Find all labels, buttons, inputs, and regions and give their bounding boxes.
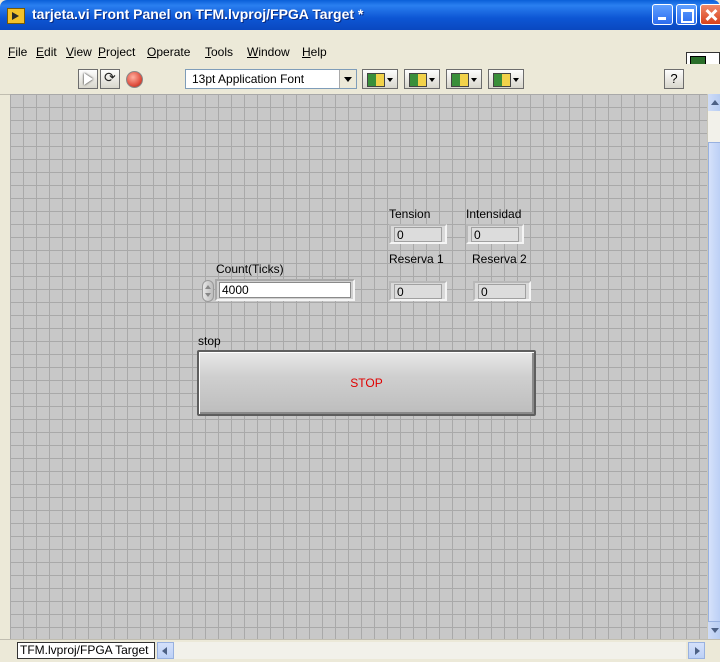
- count-ticks-label: Count(Ticks): [216, 262, 284, 276]
- menu-file[interactable]: File: [8, 45, 27, 59]
- horizontal-scrollbar[interactable]: [174, 642, 686, 659]
- context-help-button[interactable]: ?: [664, 69, 684, 89]
- reserva-2-value: 0: [478, 284, 526, 299]
- window-title: tarjeta.vi Front Panel on TFM.lvproj/FPG…: [32, 6, 364, 22]
- menu-project[interactable]: Project: [98, 45, 135, 59]
- scroll-left-icon[interactable]: [157, 642, 174, 659]
- reserva-2-indicator: 0: [473, 281, 531, 301]
- text-settings-dropdown[interactable]: 13pt Application Font: [185, 69, 357, 89]
- reserva-1-indicator: 0: [389, 281, 447, 301]
- distribute-objects-icon[interactable]: [404, 69, 440, 89]
- scroll-up-icon[interactable]: [708, 94, 720, 111]
- tension-label: Tension: [389, 207, 431, 221]
- minimize-button[interactable]: [652, 4, 673, 25]
- count-ticks-input[interactable]: [219, 282, 351, 298]
- reserva-1-label: Reserva 1: [389, 252, 444, 266]
- menu-bar: File Edit View Project Operate Tools Win…: [0, 30, 720, 64]
- scroll-down-icon[interactable]: [708, 622, 720, 639]
- count-ticks-control: [215, 279, 355, 301]
- menu-tools[interactable]: Tools: [205, 45, 233, 59]
- tension-indicator: 0: [389, 224, 447, 244]
- intensidad-value: 0: [471, 227, 519, 242]
- toolbar: 13pt Application Font ?: [0, 64, 720, 95]
- stop-button-text: STOP: [350, 376, 383, 390]
- intensidad-label: Intensidad: [466, 207, 522, 221]
- abort-execution-icon[interactable]: [124, 69, 144, 89]
- maximize-button[interactable]: [676, 4, 697, 25]
- reorder-icon[interactable]: [488, 69, 524, 89]
- scroll-right-icon[interactable]: [688, 642, 705, 659]
- target-context-box[interactable]: TFM.lvproj/FPGA Target: [17, 642, 155, 659]
- menu-operate[interactable]: Operate: [147, 45, 190, 59]
- labview-app-icon[interactable]: [7, 8, 25, 24]
- menu-help[interactable]: Help: [302, 45, 327, 59]
- vertical-scrollbar[interactable]: [707, 94, 720, 639]
- close-button[interactable]: [700, 4, 720, 25]
- menu-window[interactable]: Window: [247, 45, 290, 59]
- stop-button[interactable]: STOP: [197, 350, 536, 416]
- run-arrow-icon[interactable]: [78, 69, 98, 89]
- tension-value: 0: [394, 227, 442, 242]
- menu-view[interactable]: View: [66, 45, 92, 59]
- run-continuously-icon[interactable]: [100, 69, 120, 89]
- reserva-1-value: 0: [394, 284, 442, 299]
- stop-label: stop: [198, 334, 221, 348]
- intensidad-indicator: 0: [466, 224, 524, 244]
- font-setting-label: 13pt Application Font: [192, 72, 305, 86]
- chevron-down-icon[interactable]: [339, 70, 356, 88]
- reserva-2-label: Reserva 2: [472, 252, 527, 266]
- title-bar[interactable]: tarjeta.vi Front Panel on TFM.lvproj/FPG…: [0, 0, 720, 30]
- menu-edit[interactable]: Edit: [36, 45, 57, 59]
- align-objects-icon[interactable]: [362, 69, 398, 89]
- resize-objects-icon[interactable]: [446, 69, 482, 89]
- increment-decrement-icon[interactable]: [202, 280, 214, 302]
- status-bar: TFM.lvproj/FPGA Target: [0, 639, 720, 662]
- vertical-scroll-thumb[interactable]: [708, 142, 720, 622]
